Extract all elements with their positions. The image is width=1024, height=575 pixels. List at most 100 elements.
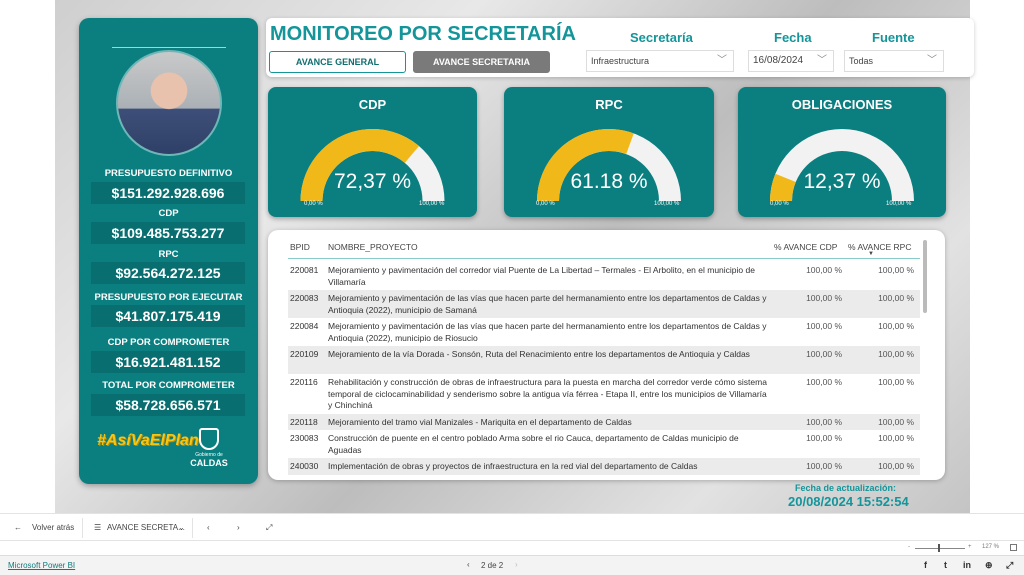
next-page-icon[interactable]: › [237, 523, 240, 532]
divider [192, 518, 193, 538]
avatar [116, 50, 222, 156]
cell-bpid: 220118 [290, 416, 318, 427]
fullscreen-icon[interactable]: ⤢ [1006, 560, 1013, 571]
cell-rpc: 100,00 % [878, 293, 914, 303]
gauge-min: 0,00 % [770, 201, 789, 207]
gauge-min: 0,00 % [304, 201, 323, 207]
table-row[interactable]: 230083 Construcción de puente en el cent… [288, 430, 920, 458]
kpi-value: $109.485.753.277 [91, 222, 245, 244]
sort-desc-icon[interactable]: ▼ [868, 251, 874, 257]
report-navbar: ← Volver atrás ☰ AVANCE SECRETA... ⌄ ‹ ›… [0, 513, 1024, 541]
footer-bar: Microsoft Power BI ‹ 2 de 2 › f t in ⊕ ⤢ [0, 556, 1024, 575]
dropdown-value: Todas [849, 56, 874, 66]
fecha-dropdown[interactable]: 16/08/2024 ﹀ [748, 50, 834, 72]
menu-icon[interactable]: ☰ [94, 523, 101, 532]
gauge-max: 100,00 % [419, 201, 445, 207]
column-header-rpc[interactable]: % AVANCE RPC [848, 242, 911, 252]
kpi-label: PRESUPUESTO POR EJECUTAR [94, 292, 243, 303]
table-row[interactable]: 220118 Mejoramiento del tramo vial Maniz… [288, 413, 920, 430]
cell-bpid: 220083 [290, 293, 319, 303]
page-margin-left [0, 0, 55, 513]
kpi-label: TOTAL POR COMPROMETER [102, 380, 235, 391]
gauge-value: 61.18 % [570, 170, 648, 193]
cell-rpc: 100,00 % [878, 461, 914, 471]
table-row[interactable]: 220084 Mejoramiento y pavimentación de l… [288, 318, 920, 346]
facebook-icon[interactable]: f [924, 560, 927, 570]
cell-cdp: 100,00 % [806, 416, 842, 427]
cell-cdp: 100,00 % [806, 349, 842, 359]
projects-table: BPID NOMBRE_PROYECTO % AVANCE CDP % AVAN… [268, 230, 945, 480]
kpi-label: RPC [158, 249, 179, 260]
table-row[interactable]: 220109 Mejoramiento de la vía Dorada - S… [288, 346, 920, 374]
caldas-logo: Gobierno de CALDAS [187, 428, 231, 468]
twitter-icon[interactable]: t [944, 560, 947, 570]
scrollbar[interactable] [923, 240, 927, 313]
update-label: Fecha de actualización: [795, 483, 897, 493]
table-header: BPID NOMBRE_PROYECTO % AVANCE CDP % AVAN… [288, 239, 920, 259]
cell-bpid: 220116 [290, 377, 318, 387]
prev-page-icon[interactable]: ‹ [207, 523, 210, 532]
header-panel: MONITOREO POR SECRETARÍA AVANCE GENERAL … [266, 18, 974, 77]
gauge-card-rpc: RPC 61.18 % 0,00 % 100,00 % [504, 87, 714, 217]
expand-icon[interactable]: ⤢ [266, 523, 272, 533]
fuente-dropdown[interactable]: Todas ﹀ [844, 50, 944, 72]
back-arrow-icon[interactable]: ← [14, 523, 22, 532]
filter-label-secretaria: Secretaría [630, 30, 693, 45]
zoom-slider[interactable] [915, 548, 965, 549]
zoom-in-icon[interactable]: + [968, 544, 972, 550]
update-timestamp: 20/08/2024 15:52:54 [788, 494, 909, 509]
linkedin-icon[interactable]: in [963, 560, 971, 570]
back-button[interactable]: Volver atrás [32, 523, 74, 532]
tab-avance-secretaria[interactable]: AVANCE SECRETARIA [413, 51, 550, 73]
cell-rpc: 100,00 % [878, 321, 914, 331]
column-header-cdp[interactable]: % AVANCE CDP [774, 242, 837, 252]
cell-nombre: Mejoramiento de la vía Dorada - Sonsón, … [328, 349, 750, 359]
column-header-bpid[interactable]: BPID [290, 242, 310, 252]
shield-icon [199, 428, 219, 450]
secretaria-dropdown[interactable]: Infraestructura ﹀ [586, 50, 734, 72]
cell-nombre: Rehabilitación y construcción de obras d… [328, 377, 767, 410]
column-header-nombre[interactable]: NOMBRE_PROYECTO [328, 242, 418, 252]
gauge-chart [770, 129, 914, 201]
logo-name: CALDAS [190, 458, 228, 468]
cell-nombre: Implementación de obras y proyectos de i… [328, 461, 698, 471]
gauge-min: 0,00 % [536, 201, 555, 207]
powerbi-link[interactable]: Microsoft Power BI [8, 561, 75, 570]
cell-cdp: 100,00 % [806, 433, 842, 443]
cell-rpc: 100,00 % [878, 377, 914, 387]
cell-nombre: Mejoramiento del tramo vial Manizales - … [328, 416, 632, 427]
share-icon[interactable]: ⊕ [985, 560, 993, 571]
gauge-max: 100,00 % [886, 201, 912, 207]
chevron-down-icon: ﹀ [717, 55, 727, 66]
page-menu-button[interactable]: AVANCE SECRETA... [107, 523, 185, 532]
table-row[interactable]: 240030 Implementación de obras y proyect… [288, 458, 920, 475]
gauge-max: 100,00 % [654, 201, 680, 207]
gauge-card-obligaciones: OBLIGACIONES 12,37 % 0,00 % 100,00 % [738, 87, 946, 217]
prev-page-icon[interactable]: ‹ [467, 560, 470, 569]
tab-avance-general[interactable]: AVANCE GENERAL [269, 51, 406, 73]
dropdown-value: Infraestructura [591, 56, 650, 66]
zoom-bar: - + 127 % [0, 541, 1024, 556]
cell-bpid: 220084 [290, 321, 319, 331]
cell-bpid: 230083 [290, 433, 319, 443]
zoom-out-icon[interactable]: - [908, 544, 910, 550]
next-page-icon[interactable]: › [515, 560, 518, 569]
cell-rpc: 100,00 % [878, 349, 914, 359]
dropdown-value: 16/08/2024 [753, 55, 804, 66]
cell-nombre: Construcción de puente en el centro pobl… [328, 433, 739, 455]
gauge-card-cdp: CDP 72,37 % 0,00 % 100,00 % [268, 87, 477, 217]
table-row[interactable]: 220116 Rehabilitación y construcción de … [288, 374, 920, 414]
cell-nombre: Mejoramiento y pavimentación de las vías… [328, 321, 767, 343]
chevron-down-icon[interactable]: ⌄ [178, 523, 185, 532]
filter-label-fuente: Fuente [872, 30, 915, 45]
table-row[interactable]: 220083 Mejoramiento y pavimentación de l… [288, 290, 920, 318]
divider [82, 518, 83, 538]
fit-page-icon[interactable] [1010, 544, 1017, 551]
sidebar-panel: PRESUPUESTO DEFINITIVO $151.292.928.696 … [79, 18, 258, 484]
cell-cdp: 100,00 % [806, 461, 842, 471]
kpi-value: $151.292.928.696 [91, 182, 245, 204]
cell-bpid: 240030 [290, 461, 319, 471]
zoom-slider-handle[interactable] [938, 544, 940, 552]
cell-cdp: 100,00 % [806, 377, 842, 387]
table-row[interactable]: 220081 Mejoramiento y pavimentación del … [288, 262, 920, 290]
